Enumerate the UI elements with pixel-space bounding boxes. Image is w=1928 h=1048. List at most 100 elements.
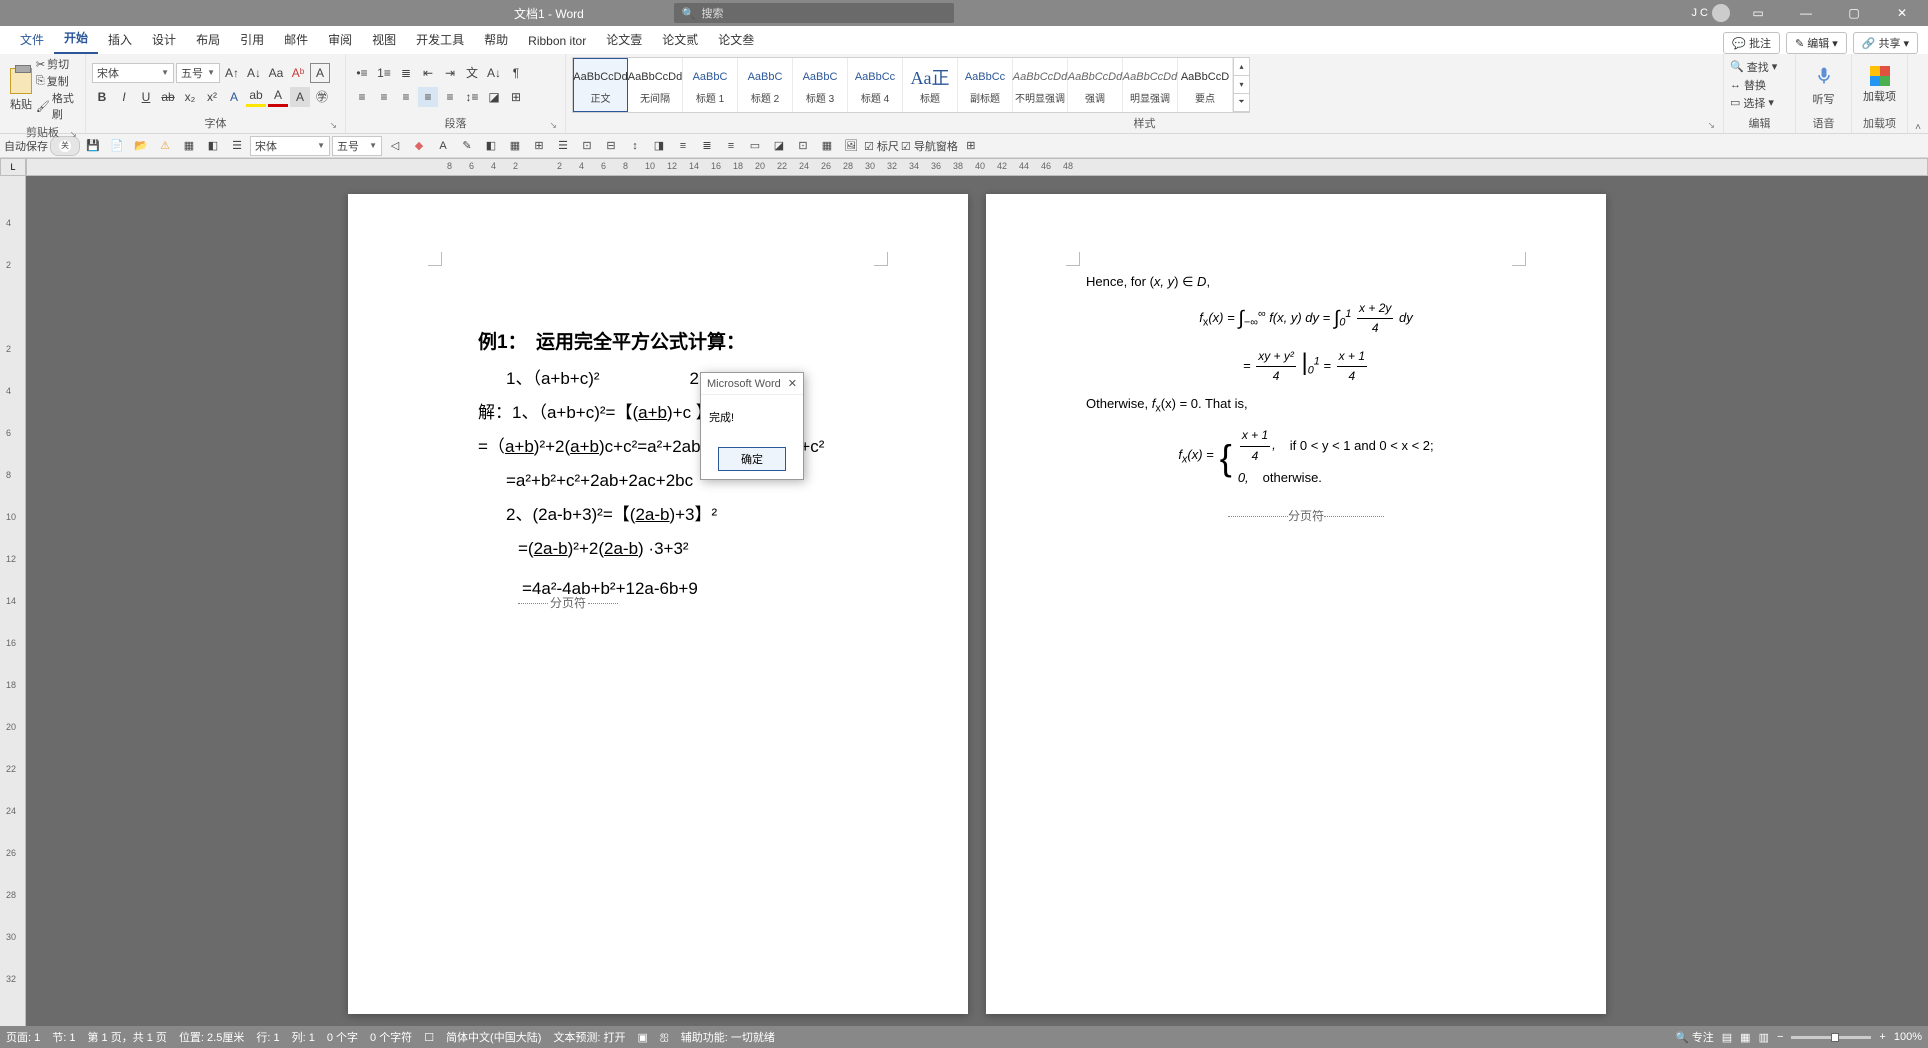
qat-item-23[interactable]: 🖼 — [840, 136, 862, 156]
qat-save-button[interactable]: 💾 — [82, 136, 104, 156]
sb-col[interactable]: 列: 1 — [292, 1029, 315, 1045]
decrease-font-button[interactable]: A↓ — [244, 63, 264, 83]
tab-paper2[interactable]: 论文贰 — [652, 27, 708, 54]
qat-item-16[interactable]: ≡ — [672, 136, 694, 156]
ruler-checkbox[interactable]: 标尺 — [877, 141, 899, 153]
multilevel-button[interactable]: ≣ — [396, 63, 416, 83]
sb-pages[interactable]: 第 1 页，共 1 页 — [87, 1029, 166, 1045]
line-spacing-button[interactable]: ↕≡ — [462, 87, 482, 107]
qat-item-6[interactable]: A — [432, 136, 454, 156]
qat-item-18[interactable]: ≡ — [720, 136, 742, 156]
qat-fontsize-dropdown[interactable]: 五号▼ — [332, 136, 382, 156]
navpane-checkbox[interactable]: 导航窗格 — [914, 141, 958, 153]
char-border-button[interactable]: A — [310, 63, 330, 83]
italic-button[interactable]: I — [114, 87, 134, 107]
cut-button[interactable]: ✂ 剪切 — [36, 56, 79, 72]
strikethrough-button[interactable]: ab — [158, 87, 178, 107]
page-2[interactable]: Hence, for (x, y) ∈ D, fx(x) = ∫−∞∞ f(x,… — [986, 194, 1606, 1014]
bold-button[interactable]: B — [92, 87, 112, 107]
style-item[interactable]: Aa正标题 — [903, 58, 958, 112]
style-item[interactable]: AaBbCcDd正文 — [573, 58, 628, 112]
tab-view[interactable]: 视图 — [362, 27, 406, 54]
zoom-in-button[interactable]: + — [1879, 1031, 1885, 1043]
qat-item-15[interactable]: ◨ — [648, 136, 670, 156]
qat-item-14[interactable]: ↕ — [624, 136, 646, 156]
format-painter-button[interactable]: 🖌 格式刷 — [36, 90, 79, 122]
sb-focus[interactable]: 🔍 专注 — [1675, 1029, 1714, 1045]
bullets-button[interactable]: •≡ — [352, 63, 372, 83]
paste-button[interactable]: 粘贴 — [6, 66, 36, 112]
align-center-button[interactable]: ≡ — [374, 87, 394, 107]
sb-position[interactable]: 位置: 2.5厘米 — [179, 1029, 244, 1045]
clipboard-launcher[interactable]: ↘ — [69, 129, 77, 140]
tab-design[interactable]: 设计 — [142, 27, 186, 54]
dictate-button[interactable]: 听写 — [1813, 63, 1835, 107]
horizontal-ruler[interactable]: L 86422468101214161820222426283032343638… — [0, 158, 1928, 176]
numbering-button[interactable]: 1≡ — [374, 63, 394, 83]
qat-new-button[interactable]: 📄 — [106, 136, 128, 156]
copy-button[interactable]: ⎘ 复制 — [36, 73, 79, 89]
qat-item-2[interactable]: ◧ — [202, 136, 224, 156]
decrease-indent-button[interactable]: ⇤ — [418, 63, 438, 83]
tab-paper1[interactable]: 论文壹 — [596, 27, 652, 54]
qat-item-3[interactable]: ☰ — [226, 136, 248, 156]
qat-item-24[interactable]: ⊞ — [960, 136, 982, 156]
qat-item-7[interactable]: ✎ — [456, 136, 478, 156]
style-item[interactable]: AaBbCcDd强调 — [1068, 58, 1123, 112]
minimize-button[interactable]: — — [1786, 0, 1826, 26]
underline-button[interactable]: U — [136, 87, 156, 107]
justify-button[interactable]: ≡ — [418, 87, 438, 107]
borders-button[interactable]: ⊞ — [506, 87, 526, 107]
highlight-button[interactable]: ab — [246, 87, 266, 107]
style-item[interactable]: AaBbCcDd无间隔 — [628, 58, 683, 112]
styles-up-button[interactable]: ▴ — [1234, 58, 1249, 76]
sb-words[interactable]: 0 个字 — [327, 1029, 358, 1045]
tab-paper3[interactable]: 论文叁 — [708, 27, 764, 54]
qat-item-21[interactable]: ⊡ — [792, 136, 814, 156]
font-name-dropdown[interactable]: 宋体▼ — [92, 63, 174, 83]
qat-item-13[interactable]: ⊟ — [600, 136, 622, 156]
font-color-button[interactable]: A — [268, 87, 288, 107]
view-read-button[interactable]: ▤ — [1722, 1031, 1732, 1044]
style-item[interactable]: AaBbCc副标题 — [958, 58, 1013, 112]
distribute-button[interactable]: ≡ — [440, 87, 460, 107]
subscript-button[interactable]: x₂ — [180, 87, 200, 107]
enclosed-char-button[interactable]: ㊫ — [312, 87, 332, 107]
tab-developer[interactable]: 开发工具 — [406, 27, 474, 54]
tab-layout[interactable]: 布局 — [186, 27, 230, 54]
qat-font-dropdown[interactable]: 宋体▼ — [250, 136, 330, 156]
superscript-button[interactable]: x² — [202, 87, 222, 107]
style-item[interactable]: AaBbCcDd明显强调 — [1123, 58, 1178, 112]
sb-page[interactable]: 页面: 1 — [6, 1029, 40, 1045]
phonetic-button[interactable]: Aᵇ — [288, 63, 308, 83]
font-launcher[interactable]: ↘ — [329, 120, 337, 131]
ribbon-options-button[interactable]: ▭ — [1738, 0, 1778, 26]
tab-insert[interactable]: 插入 — [98, 27, 142, 54]
sb-lang[interactable]: 简体中文(中国大陆) — [446, 1029, 541, 1045]
increase-font-button[interactable]: A↑ — [222, 63, 242, 83]
shading-button[interactable]: ◪ — [484, 87, 504, 107]
sb-access-icon[interactable]: ஐ — [660, 1030, 669, 1044]
editing-mode-button[interactable]: ✎ 编辑 ▾ — [1786, 32, 1847, 54]
share-button[interactable]: 🔗 共享 ▾ — [1853, 32, 1918, 54]
sb-predict[interactable]: 文本预测: 打开 — [553, 1029, 625, 1045]
style-item[interactable]: AaBbC标题 2 — [738, 58, 793, 112]
qat-item-8[interactable]: ◧ — [480, 136, 502, 156]
show-marks-button[interactable]: ¶ — [506, 63, 526, 83]
tab-help[interactable]: 帮助 — [474, 27, 518, 54]
sb-macro-icon[interactable]: ▣ — [638, 1031, 648, 1044]
style-item[interactable]: AaBbCcD要点 — [1178, 58, 1233, 112]
tab-mailings[interactable]: 邮件 — [274, 27, 318, 54]
comments-button[interactable]: 💬 批注 — [1723, 32, 1780, 54]
text-effects-button[interactable]: A — [224, 87, 244, 107]
dialog-close-button[interactable]: ✕ — [788, 377, 797, 390]
sb-ime-icon[interactable]: ☐ — [424, 1031, 434, 1044]
user-account[interactable]: J C — [1692, 4, 1731, 22]
qat-item-5[interactable]: ◆ — [408, 136, 430, 156]
tab-home[interactable]: 开始 — [54, 25, 98, 54]
close-button[interactable]: ✕ — [1882, 0, 1922, 26]
zoom-out-button[interactable]: − — [1777, 1031, 1783, 1043]
qat-item-10[interactable]: ⊞ — [528, 136, 550, 156]
style-item[interactable]: AaBbCcDd不明显强调 — [1013, 58, 1068, 112]
tab-ribbonitor[interactable]: Ribbon itor — [518, 30, 596, 54]
